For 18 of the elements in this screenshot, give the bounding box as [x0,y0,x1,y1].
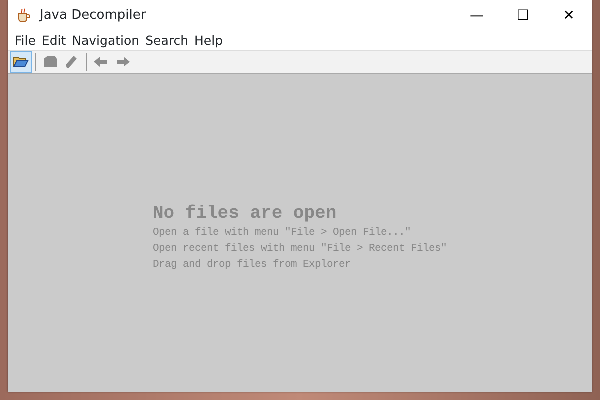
right-arrow-icon [115,54,131,70]
hint-line: Drag and drop files from Explorer [153,258,352,273]
menu-item[interactable]: File [12,32,39,50]
window-title: Java Decompiler [40,7,146,26]
menu-item[interactable]: Help [192,32,226,50]
hint-line: Open a file with menu "File > Open File..." [153,226,412,241]
pencil-icon [64,54,80,70]
maximize-button[interactable]: ☐ [500,0,546,32]
menu-item[interactable]: Edit [38,32,70,50]
open-button[interactable] [10,51,32,73]
hint-line: Open recent files with menu "File > Recent Files" [153,242,448,257]
minimize-button[interactable]: — [454,0,500,32]
menu-item[interactable]: Search [142,32,192,50]
close-button[interactable]: ✕ [546,0,592,32]
coffee-cup-icon [16,8,32,24]
empty-state-heading: No files are open [153,204,338,225]
menu-item[interactable]: Navigation [69,32,143,50]
left-arrow-icon [93,54,109,70]
